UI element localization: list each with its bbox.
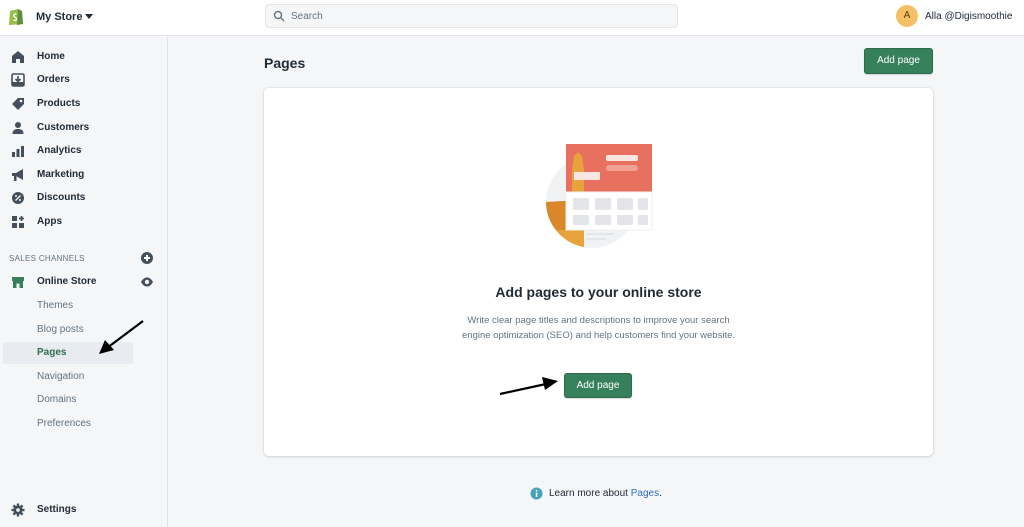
sidebar-subitem-label: Themes [37, 300, 74, 311]
eye-icon[interactable] [140, 277, 154, 287]
sidebar-item-products[interactable]: Products [0, 93, 168, 115]
apps-icon [12, 216, 24, 228]
sidebar-subitem-navigation[interactable]: Navigation [0, 366, 168, 388]
bar-chart-icon [12, 146, 24, 157]
sidebar-subitem-label: Pages [37, 347, 67, 358]
sidebar-subitem-label: Domains [37, 394, 77, 405]
sidebar-item-home[interactable]: Home [0, 46, 168, 68]
search-bar[interactable]: Search [265, 4, 678, 28]
sidebar-item-label: Home [37, 51, 65, 62]
sidebar-item-label: Orders [37, 74, 70, 85]
gear-icon [11, 503, 25, 517]
tag-icon [12, 98, 24, 110]
learn-more-suffix: . [659, 488, 662, 499]
discount-icon [12, 192, 24, 204]
sidebar-item-label: Settings [37, 504, 77, 515]
chevron-down-icon[interactable] [85, 14, 93, 19]
sidebar-item-settings[interactable]: Settings [0, 499, 168, 521]
empty-state-card: Add pages to your online store Write cle… [264, 88, 933, 456]
arrow-annotation-icon [99, 320, 144, 354]
orders-icon [11, 73, 25, 87]
sidebar-item-label: Analytics [37, 145, 82, 156]
add-page-button-center[interactable]: Add page [564, 373, 632, 398]
sidebar: Home Orders Products Customers Analytics… [0, 37, 168, 527]
shopify-logo-icon[interactable] [8, 6, 24, 26]
sidebar-item-label: Marketing [37, 169, 85, 180]
add-channel-icon[interactable] [141, 252, 153, 264]
sidebar-item-discounts[interactable]: Discounts [0, 187, 168, 209]
empty-state-heading: Add pages to your online store [495, 284, 702, 300]
sidebar-item-apps[interactable]: Apps [0, 211, 168, 233]
sales-channels-heading: SALES CHANNELS [9, 254, 85, 263]
search-input[interactable]: Search [291, 11, 323, 22]
sidebar-item-label: Apps [37, 216, 62, 227]
sidebar-item-label: Products [37, 98, 81, 109]
info-icon [530, 487, 543, 500]
sidebar-item-customers[interactable]: Customers [0, 117, 168, 139]
sidebar-subitem-domains[interactable]: Domains [0, 389, 168, 411]
person-icon [12, 122, 24, 134]
avatar[interactable]: A [896, 5, 918, 27]
store-icon [12, 277, 24, 288]
sidebar-item-marketing[interactable]: Marketing [0, 164, 168, 186]
megaphone-icon [12, 169, 23, 181]
store-name[interactable]: My Store [36, 11, 82, 23]
sidebar-subitem-themes[interactable]: Themes [0, 295, 168, 317]
sidebar-item-analytics[interactable]: Analytics [0, 140, 168, 162]
empty-state-description: Write clear page titles and descriptions… [462, 315, 735, 341]
sidebar-item-label: Discounts [37, 192, 86, 203]
page-title: Pages [264, 55, 306, 71]
add-page-button[interactable]: Add page [864, 48, 933, 74]
arrow-annotation-icon [499, 377, 558, 396]
home-icon [12, 51, 24, 63]
sidebar-subitem-preferences[interactable]: Preferences [0, 413, 168, 435]
sidebar-subitem-label: Navigation [37, 371, 85, 382]
sidebar-item-label: Customers [37, 122, 90, 133]
user-name[interactable]: Alla @Digismoothie [925, 11, 1012, 22]
sidebar-subitem-label: Preferences [37, 418, 91, 429]
search-icon [273, 10, 285, 22]
sidebar-subitem-label: Blog posts [37, 324, 84, 335]
sidebar-item-label: Online Store [37, 276, 97, 287]
sidebar-item-orders[interactable]: Orders [0, 69, 168, 91]
learn-more-pages-link[interactable]: Pages [631, 488, 659, 499]
pages-illustration-icon [546, 144, 653, 248]
top-bar: My Store Search A Alla @Digismoothie [0, 0, 1024, 36]
learn-more-text: Learn more about [549, 488, 631, 499]
